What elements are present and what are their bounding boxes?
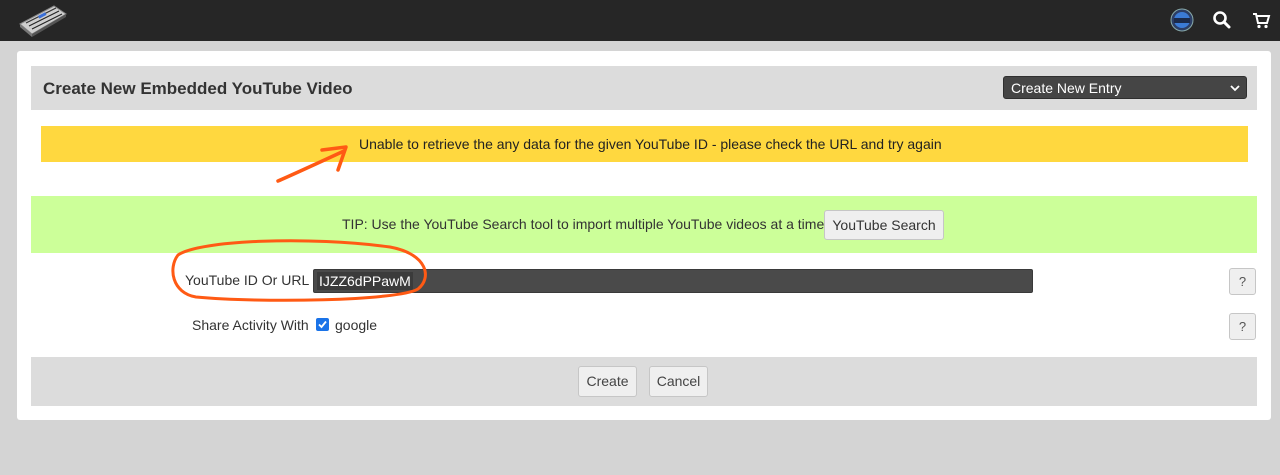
warning-message: Unable to retrieve the any data for the … xyxy=(359,136,942,152)
create-video-panel: Create New Embedded YouTube Video Create… xyxy=(17,51,1271,420)
share-google-label[interactable]: google xyxy=(335,317,377,333)
keyboard-synth-logo[interactable] xyxy=(16,2,68,38)
warning-banner: Unable to retrieve the any data for the … xyxy=(41,126,1248,162)
checkmark-icon xyxy=(318,320,327,329)
form-footer: Create Cancel xyxy=(31,357,1257,406)
youtube-search-button[interactable]: YouTube Search xyxy=(824,210,944,240)
youtube-id-value: IJZZ6dPPawM xyxy=(317,272,413,290)
share-google-checkbox[interactable] xyxy=(316,318,329,331)
chevron-down-icon xyxy=(1230,85,1240,92)
avatar[interactable] xyxy=(1170,8,1194,32)
top-navbar xyxy=(0,0,1280,41)
tip-banner: TIP: Use the YouTube Search tool to impo… xyxy=(31,196,1257,253)
create-button[interactable]: Create xyxy=(578,366,637,397)
panel-header: Create New Embedded YouTube Video Create… xyxy=(31,66,1257,110)
create-new-entry-select[interactable]: Create New Entry xyxy=(1003,76,1247,99)
youtube-id-help-button[interactable]: ? xyxy=(1229,268,1256,295)
cart-icon[interactable] xyxy=(1249,8,1273,32)
search-icon[interactable] xyxy=(1210,8,1234,32)
youtube-id-label: YouTube ID Or URL xyxy=(185,272,310,288)
entry-select-label: Create New Entry xyxy=(1011,80,1122,96)
tip-text: TIP: Use the YouTube Search tool to impo… xyxy=(342,216,829,232)
youtube-id-input[interactable]: IJZZ6dPPawM xyxy=(313,269,1033,293)
page-title: Create New Embedded YouTube Video xyxy=(43,79,353,98)
share-activity-label: Share Activity With xyxy=(192,317,309,333)
cancel-button[interactable]: Cancel xyxy=(649,366,708,397)
share-activity-help-button[interactable]: ? xyxy=(1229,313,1256,340)
